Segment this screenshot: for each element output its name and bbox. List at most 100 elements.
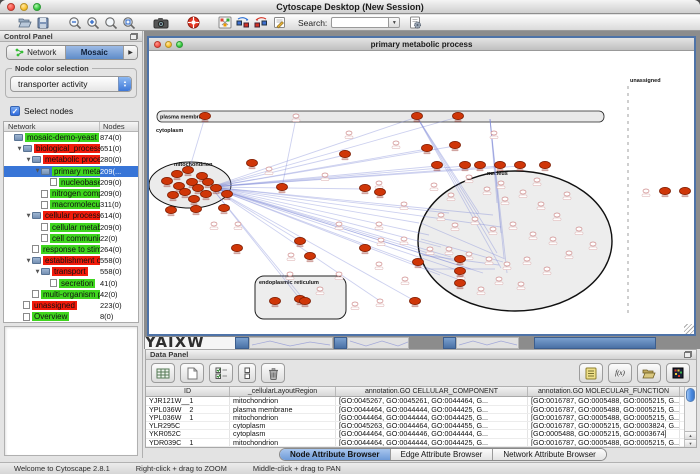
network-node-selected[interactable] <box>422 144 433 151</box>
network-node[interactable] <box>402 277 408 281</box>
network-node[interactable] <box>524 257 530 261</box>
table-column-header[interactable]: _cellularLayoutRegion <box>230 387 336 396</box>
background-window-titlebar[interactable] <box>443 337 456 349</box>
network-node-selected[interactable] <box>455 255 466 262</box>
background-window-titlebar[interactable] <box>534 337 656 349</box>
layout-nodes-b-icon[interactable] <box>252 15 270 30</box>
table-column-header[interactable]: annotation.GO MOLECULAR_FUNCTION <box>528 387 680 396</box>
network-node[interactable] <box>504 262 510 266</box>
network-node-selected[interactable] <box>162 177 173 184</box>
tab-network[interactable]: Network <box>7 46 66 59</box>
network-node[interactable] <box>393 141 399 145</box>
network-node[interactable] <box>472 217 478 221</box>
network-node[interactable] <box>466 175 472 179</box>
expand-arrow-icon[interactable]: ▼ <box>25 157 32 163</box>
network-node[interactable] <box>288 253 294 257</box>
network-node[interactable] <box>502 197 508 201</box>
network-node-selected[interactable] <box>410 297 421 304</box>
network-node[interactable] <box>510 222 516 226</box>
tab-edge-attribute-browser[interactable]: Edge Attribute Browser <box>391 449 494 460</box>
network-node[interactable] <box>317 287 323 291</box>
network-node[interactable] <box>566 251 572 255</box>
network-node[interactable] <box>401 237 407 241</box>
network-node-selected[interactable] <box>203 178 214 185</box>
tree-row[interactable]: cellular metabo209(0) <box>4 222 138 233</box>
network-node[interactable] <box>378 238 384 242</box>
tree-row[interactable]: ▼transport558(0) <box>4 266 138 277</box>
expand-arrow-icon[interactable]: ▼ <box>34 168 41 174</box>
tree-row[interactable]: unassigned223(0) <box>4 300 138 311</box>
network-node-selected[interactable] <box>300 297 311 304</box>
annotation-edit-icon[interactable] <box>270 15 288 30</box>
network-node-selected[interactable] <box>305 252 316 259</box>
network-edge[interactable] <box>282 118 296 187</box>
table-column-header[interactable]: annotation.GO CELLULAR_COMPONENT <box>336 387 528 396</box>
attribute-grid-icon[interactable] <box>151 363 175 383</box>
network-node-selected[interactable] <box>360 244 371 251</box>
delete-attribute-icon[interactable] <box>261 363 285 383</box>
network-node-selected[interactable] <box>183 166 194 173</box>
search-options-icon[interactable] <box>406 15 424 30</box>
network-node-selected[interactable] <box>412 112 423 119</box>
network-node[interactable] <box>438 213 444 217</box>
network-node-selected[interactable] <box>540 161 551 168</box>
background-window-thumbnail[interactable] <box>347 337 409 349</box>
network-node-selected[interactable] <box>222 190 233 197</box>
open-session-icon[interactable] <box>16 15 34 30</box>
tree-column-nodes[interactable]: Nodes <box>100 122 138 131</box>
scroll-down-icon[interactable]: ▼ <box>685 439 696 447</box>
network-node[interactable] <box>486 257 492 261</box>
zoom-selected-region-icon[interactable] <box>120 15 138 30</box>
tree-row[interactable]: nitrogen compo209(0) <box>4 188 138 199</box>
attribute-matrix-icon[interactable] <box>666 363 690 383</box>
network-node-selected[interactable] <box>450 141 461 148</box>
network-node-selected[interactable] <box>515 161 526 168</box>
table-row[interactable]: YPL036W__2plasma membrane[GO:0044464, GO… <box>146 406 684 414</box>
network-node-selected[interactable] <box>413 258 424 265</box>
background-window-thumbnail[interactable] <box>456 337 519 349</box>
node-color-dropdown[interactable]: transporter activity ▲▼ <box>10 76 132 92</box>
network-node-selected[interactable] <box>247 159 258 166</box>
network-window-minimize-button[interactable] <box>165 41 172 48</box>
table-row[interactable]: YJR121W__1mitochondrion[GO:0045267, GO:0… <box>146 397 684 405</box>
network-node[interactable] <box>550 237 556 241</box>
table-row[interactable]: YDR039C__1mitochondrion[GO:0044464, GO:0… <box>146 439 684 447</box>
tab-node-attribute-browser[interactable]: Node Attribute Browser <box>280 449 391 460</box>
network-node[interactable] <box>322 173 328 177</box>
network-node[interactable] <box>446 247 452 251</box>
network-edge[interactable] <box>211 187 365 189</box>
table-row[interactable]: YKR052Ccytoplasm[GO:0044464, GO:0044446,… <box>146 430 684 438</box>
tree-row[interactable]: ▼primary metabo209(... <box>4 166 138 177</box>
network-node-selected[interactable] <box>432 161 443 168</box>
background-window-fragment[interactable]: YAIXW <box>145 337 235 349</box>
background-window-titlebar[interactable] <box>334 337 347 349</box>
save-session-icon[interactable] <box>34 15 52 30</box>
network-node-selected[interactable] <box>453 112 464 119</box>
network-node[interactable] <box>530 232 536 236</box>
import-attributes-icon[interactable] <box>637 363 661 383</box>
network-node[interactable] <box>643 189 649 193</box>
tree-row[interactable]: ▼establishment of lo558(0) <box>4 255 138 266</box>
network-node[interactable] <box>287 272 293 276</box>
network-node[interactable] <box>590 242 596 246</box>
network-node[interactable] <box>466 252 472 256</box>
tab-mosaic[interactable]: Mosaic <box>66 46 125 59</box>
network-node-selected[interactable] <box>277 183 288 190</box>
network-node-selected[interactable] <box>166 206 177 213</box>
network-node[interactable] <box>498 181 504 185</box>
table-row[interactable]: YLR295Ccytoplasm[GO:0045263, GO:0044464,… <box>146 422 684 430</box>
network-node-selected[interactable] <box>475 161 486 168</box>
network-node-selected[interactable] <box>295 237 306 244</box>
expand-arrow-icon[interactable]: ▼ <box>25 213 32 219</box>
network-node[interactable] <box>427 247 433 251</box>
network-window-close-button[interactable] <box>154 41 161 48</box>
snapshot-camera-icon[interactable] <box>152 15 170 30</box>
tree-row[interactable]: nucleobase-209(0) <box>4 177 138 188</box>
unselect-attributes-icon[interactable] <box>238 363 256 383</box>
network-node-selected[interactable] <box>193 184 204 191</box>
tree-row[interactable]: ▼biological_process651(0) <box>4 143 138 154</box>
network-node[interactable] <box>336 272 342 276</box>
network-canvas[interactable]: plasma membranecytoplasmmitochondrionnuc… <box>149 51 694 334</box>
tree-row[interactable]: Overview8(0) <box>4 311 138 322</box>
network-node[interactable] <box>211 222 217 226</box>
